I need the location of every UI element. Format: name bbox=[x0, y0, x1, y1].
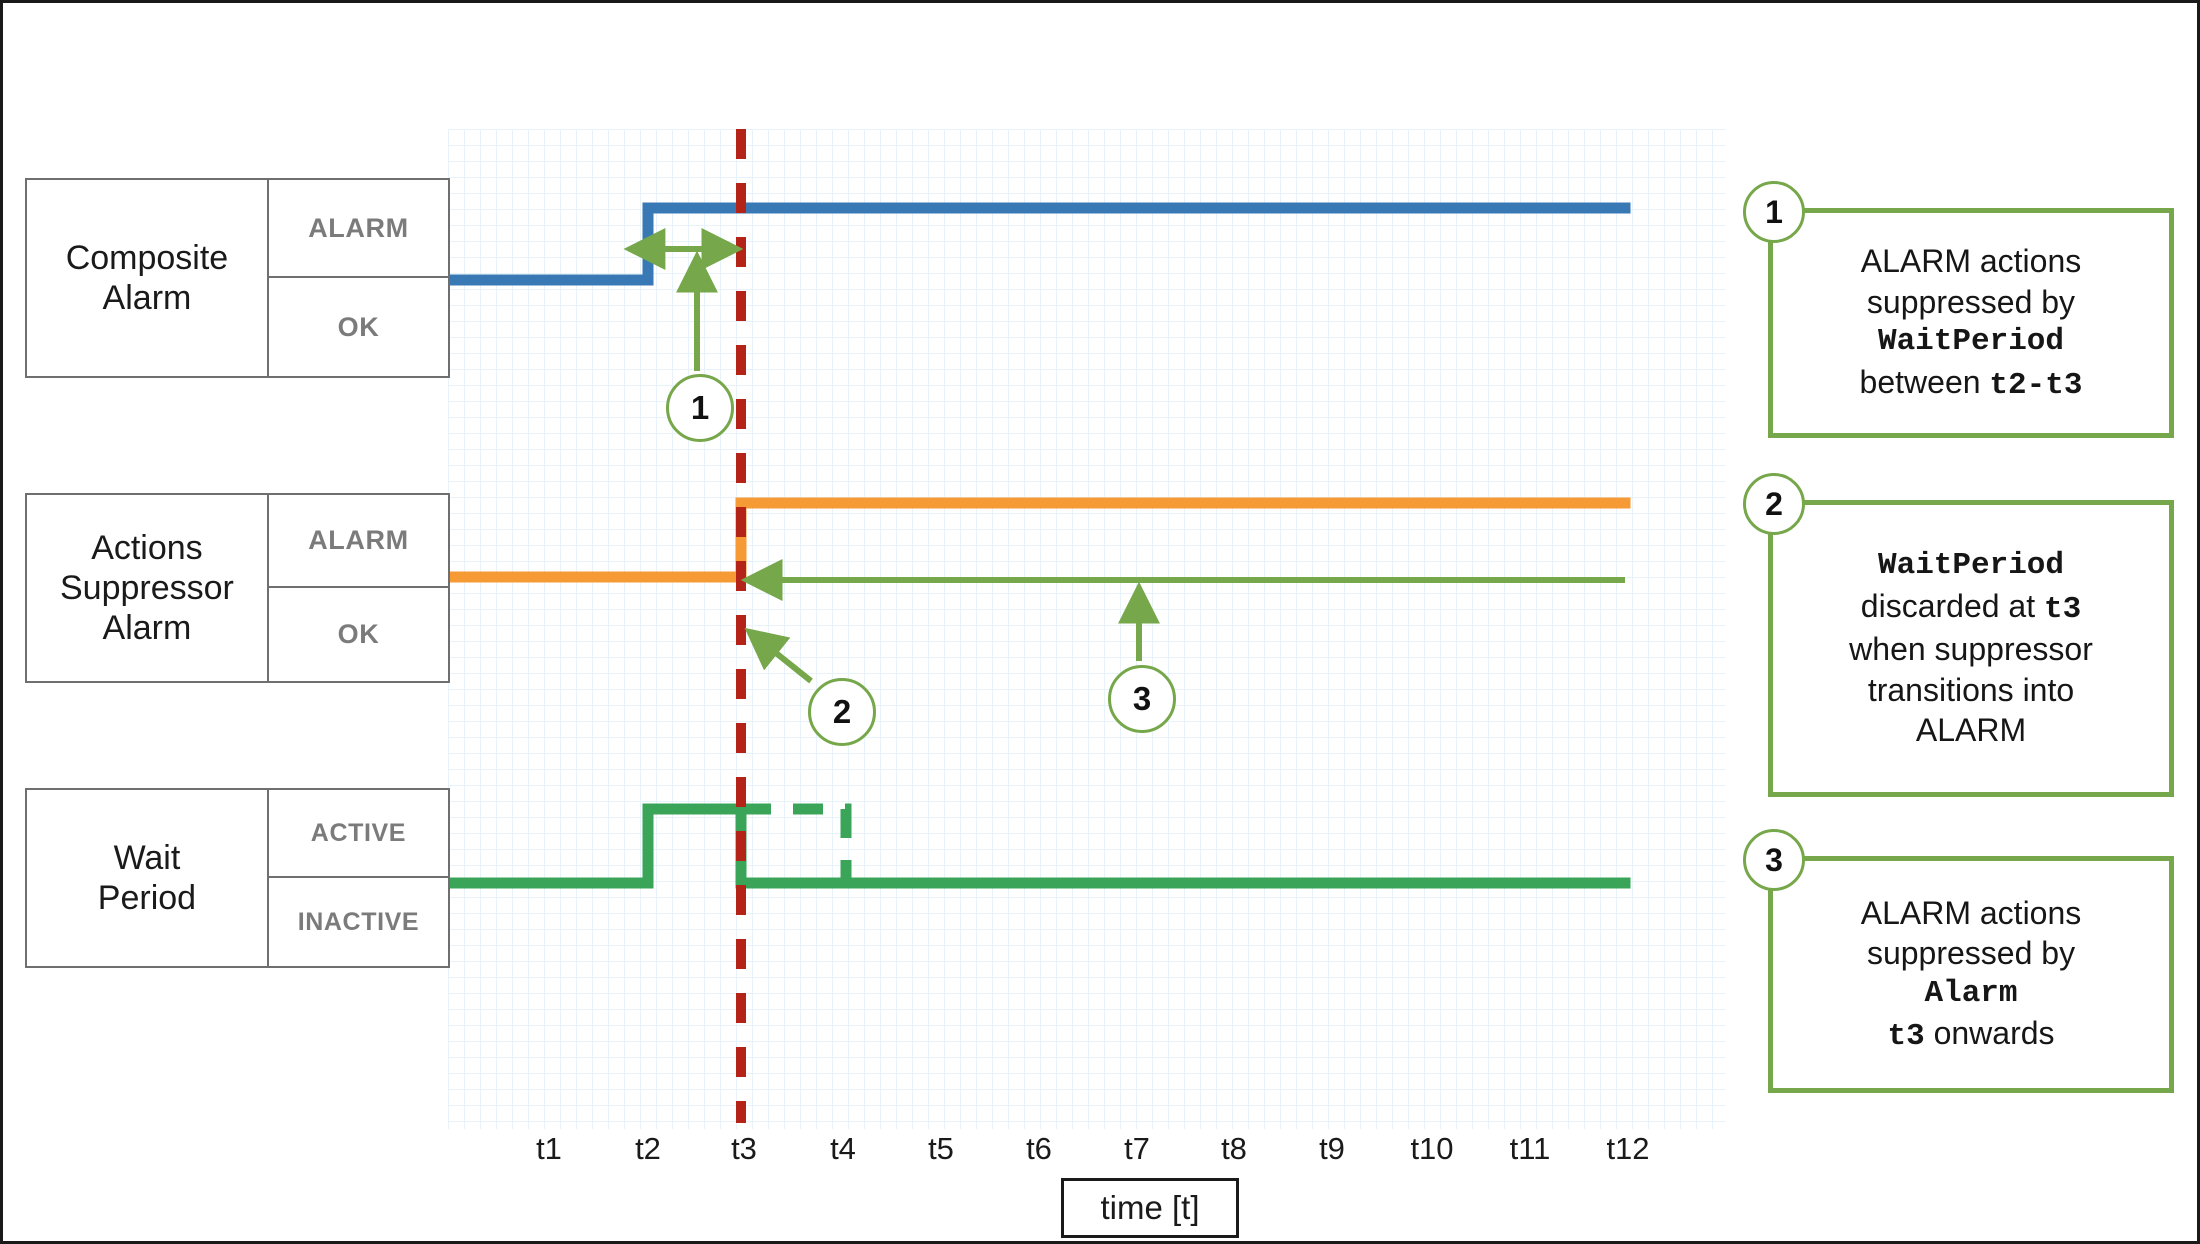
row-label-wait-period-states: ACTIVE INACTIVE bbox=[268, 790, 448, 966]
callout-marker-3-label: 3 bbox=[1132, 680, 1152, 717]
legend-3-line1: ALARM actions bbox=[1860, 894, 2082, 931]
x-tick-t12: t12 bbox=[1606, 1131, 1650, 1166]
legend-badge-1-label: 1 bbox=[1765, 193, 1783, 230]
row-label-suppressor-alarm-name: Actions Suppressor Alarm bbox=[27, 495, 269, 681]
row-label-wait-period-name-line2: Period bbox=[97, 879, 197, 917]
legend-2-line5: ALARM bbox=[1915, 712, 2027, 749]
legend-2-line4: transitions into bbox=[1867, 671, 2075, 708]
legend-2-line2: discarded at t3 bbox=[1849, 586, 2093, 629]
x-axis-title-label: time [t] bbox=[1100, 1189, 1200, 1226]
state-cell-wait-period-high: ACTIVE bbox=[268, 790, 448, 878]
row-label-wait-period-name-line1: Wait bbox=[113, 838, 181, 877]
row-label-suppressor-alarm: Actions Suppressor Alarm ALARM OK bbox=[25, 493, 450, 683]
x-tick-t5: t5 bbox=[928, 1131, 954, 1166]
callout-marker-2-label: 2 bbox=[832, 693, 852, 730]
legend-2-line3: when suppressor bbox=[1849, 630, 2093, 667]
x-tick-t11: t11 bbox=[1509, 1131, 1551, 1166]
x-tick-t10: t10 bbox=[1410, 1131, 1454, 1166]
legend-badge-2: 2 bbox=[1743, 473, 1805, 535]
row-label-suppressor-alarm-states: ALARM OK bbox=[268, 495, 448, 681]
row-label-composite-alarm-name: Composite Alarm bbox=[27, 180, 269, 376]
legend-1-line3: WaitPeriod bbox=[1877, 324, 2064, 360]
state-cell-suppressor-alarm-high: ALARM bbox=[268, 495, 448, 588]
row-label-wait-period: Wait Period ACTIVE INACTIVE bbox=[25, 788, 450, 968]
callout-marker-3[interactable]: 3 bbox=[1108, 665, 1176, 733]
x-tick-t7: t7 bbox=[1124, 1131, 1150, 1166]
legend-box-3: ALARM actions suppressed by Alarm t3 onw… bbox=[1768, 856, 2174, 1093]
legend-2-line2-mono: t3 bbox=[2044, 591, 2082, 627]
legend-2-line1: WaitPeriod bbox=[1877, 548, 2065, 584]
legend-badge-2-label: 2 bbox=[1765, 485, 1783, 522]
state-cell-suppressor-alarm-low: OK bbox=[337, 619, 380, 649]
row-label-suppressor-alarm-name-line1: Actions bbox=[91, 528, 203, 567]
state-cell-composite-alarm-low: OK bbox=[337, 311, 380, 342]
callout-marker-1-label: 1 bbox=[690, 389, 710, 426]
x-tick-t8: t8 bbox=[1221, 1131, 1247, 1166]
x-tick-t4: t4 bbox=[830, 1131, 856, 1166]
legend-badge-3-label: 3 bbox=[1765, 841, 1783, 878]
legend-3-line2: suppressed by bbox=[1866, 935, 2076, 972]
x-tick-t1: t1 bbox=[536, 1131, 562, 1166]
callout-marker-2[interactable]: 2 bbox=[808, 678, 876, 746]
legend-box-2: WaitPeriod discarded at t3 when suppress… bbox=[1768, 500, 2174, 797]
legend-badge-3: 3 bbox=[1743, 829, 1805, 891]
legend-badge-1: 1 bbox=[1743, 181, 1805, 243]
state-cell-composite-alarm-high: ALARM bbox=[268, 180, 448, 278]
callout-marker-1[interactable]: 1 bbox=[666, 374, 734, 442]
legend-3-line3: Alarm bbox=[1924, 975, 2018, 1011]
legend-2-line2-pre: discarded at bbox=[1860, 587, 2044, 624]
legend-1-line1: ALARM actions bbox=[1860, 243, 2082, 280]
x-axis-title: time [t] bbox=[1061, 1178, 1239, 1238]
diagram-canvas: 1 2 3 Composite Alarm ALARM OK Actions S… bbox=[0, 0, 2200, 1244]
row-label-wait-period-name: Wait Period bbox=[27, 790, 269, 966]
row-label-composite-alarm: Composite Alarm ALARM OK bbox=[25, 178, 450, 378]
x-tick-t2: t2 bbox=[635, 1131, 661, 1166]
x-tick-t6: t6 bbox=[1026, 1131, 1052, 1166]
legend-1-line4-pre: between bbox=[1859, 363, 1990, 400]
row-label-composite-alarm-name-line2: Alarm bbox=[102, 279, 192, 317]
x-tick-t9: t9 bbox=[1319, 1131, 1345, 1166]
legend-3-line4-post: onwards bbox=[1924, 1015, 2055, 1052]
legend-1-line4-mono: t2-t3 bbox=[1989, 367, 2083, 403]
row-label-suppressor-alarm-name-line2: Suppressor bbox=[60, 568, 234, 607]
legend-3-line4: t3 onwards bbox=[1861, 1013, 2082, 1056]
state-cell-wait-period-low: INACTIVE bbox=[297, 907, 420, 936]
row-label-composite-alarm-name-line1: Composite bbox=[65, 238, 229, 277]
legend-3-line4-mono: t3 bbox=[1887, 1019, 1925, 1055]
x-tick-t3: t3 bbox=[731, 1131, 757, 1166]
legend-1-line2: suppressed by bbox=[1866, 283, 2076, 320]
row-label-composite-alarm-states: ALARM OK bbox=[268, 180, 448, 376]
row-label-suppressor-alarm-name-line3: Alarm bbox=[102, 609, 192, 648]
plot-grid-area bbox=[448, 129, 1726, 1129]
legend-1-line4: between t2-t3 bbox=[1860, 362, 2083, 405]
legend-box-1: ALARM actions suppressed by WaitPeriod b… bbox=[1768, 208, 2174, 438]
